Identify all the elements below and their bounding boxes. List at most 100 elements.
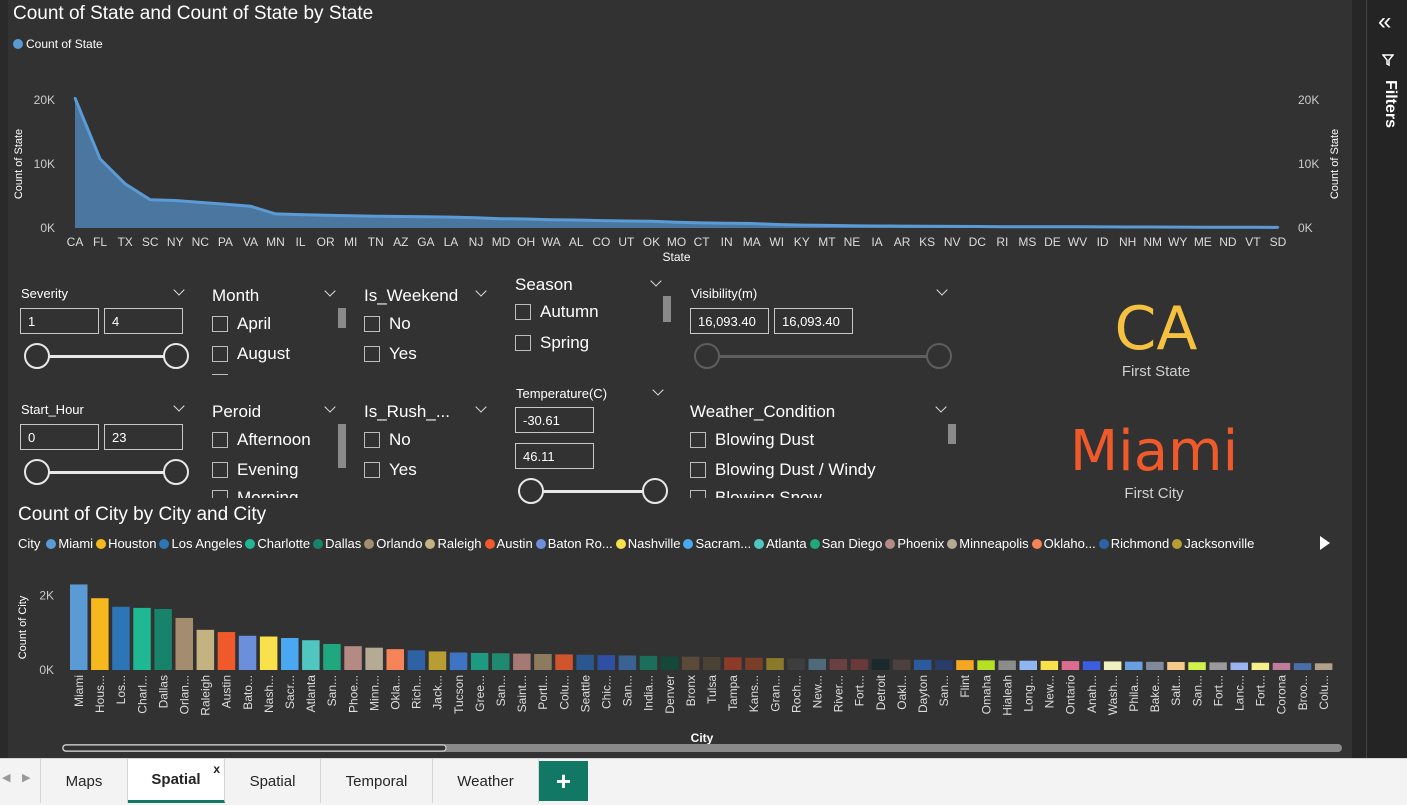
month-option[interactable]: August <box>212 344 290 364</box>
chevron-down-icon[interactable] <box>936 284 948 296</box>
tab-spatial-active[interactable]: Spatial x <box>128 759 225 803</box>
checkbox-icon[interactable] <box>212 316 228 332</box>
city-bar-chart[interactable]: 2K 0K Count of City Miami Hous... Los... Charl… <box>0 575 1352 758</box>
is-rush-option[interactable]: No <box>364 430 411 450</box>
chevron-down-icon[interactable] <box>173 284 185 296</box>
start-hour-min-input[interactable]: 0 <box>20 424 99 450</box>
city-legend-item[interactable]: Dallas <box>313 536 361 551</box>
checkbox-icon[interactable] <box>212 462 228 478</box>
tab-temporal[interactable]: Temporal <box>321 759 433 803</box>
peroid-option[interactable]: Morning <box>212 488 298 498</box>
checkbox-icon[interactable] <box>212 346 228 362</box>
start-hour-slider-track[interactable] <box>37 471 176 474</box>
checkbox-icon[interactable] <box>364 432 380 448</box>
start-hour-max-input[interactable]: 23 <box>104 424 183 450</box>
canvas-vertical-scroll[interactable] <box>1352 0 1366 758</box>
city-legend-item[interactable]: Baton Ro... <box>535 536 613 551</box>
checkbox-icon[interactable] <box>364 316 380 332</box>
checkbox-icon[interactable] <box>212 490 228 498</box>
city-legend-item[interactable]: Orlando <box>364 536 422 551</box>
city-legend-item[interactable]: Atlanta <box>754 536 807 551</box>
start-hour-slider-min-handle[interactable] <box>24 459 50 485</box>
chevron-down-icon[interactable] <box>324 401 336 413</box>
weather-option[interactable]: Blowing Snow <box>690 488 822 498</box>
tab-spatial[interactable]: Spatial <box>225 759 321 803</box>
peroid-option[interactable]: Afternoon <box>212 430 311 450</box>
checkbox-icon[interactable] <box>364 462 380 478</box>
checkbox-icon[interactable] <box>690 432 706 448</box>
legend-next-arrow-icon[interactable] <box>1320 536 1330 550</box>
collapse-chevron-icon[interactable]: « <box>1378 10 1391 34</box>
city-legend-item[interactable]: Charlotte <box>245 536 310 551</box>
is-weekend-option[interactable]: No <box>364 314 411 334</box>
filters-label[interactable]: Filters <box>1377 80 1399 140</box>
is-rush-option[interactable]: Yes <box>364 460 417 480</box>
city-bar-57 <box>1272 662 1291 670</box>
state-point-ND <box>1226 226 1230 229</box>
season-option[interactable]: Spring <box>515 333 589 353</box>
temperature-max-input[interactable]: 46.11 <box>515 443 594 469</box>
is-weekend-option[interactable]: Yes <box>364 344 417 364</box>
city-legend-item[interactable]: Richmond <box>1098 536 1169 551</box>
visibility-slider-track[interactable] <box>707 355 939 358</box>
tab-scroll-right-icon[interactable]: ▶ <box>22 771 30 784</box>
month-scrollbar[interactable] <box>338 308 346 328</box>
city-legend-item[interactable]: San Diego <box>809 536 882 551</box>
city-legend-item[interactable]: Sacram... <box>683 536 751 551</box>
city-legend-item[interactable]: Jacksonville <box>1172 536 1254 551</box>
state-area-chart[interactable]: 20K 20K 10K 10K 0K 0K Count of State Count of S… <box>0 60 1352 270</box>
temperature-slider-max-handle[interactable] <box>642 478 668 504</box>
visibility-slider-max-handle[interactable] <box>926 343 952 369</box>
weather-option[interactable]: Blowing Dust <box>690 430 814 450</box>
checkbox-icon[interactable] <box>690 490 706 498</box>
weather-option[interactable]: Blowing Dust / Windy <box>690 460 876 480</box>
state-point-NV <box>950 225 954 228</box>
add-page-button[interactable]: + <box>539 761 588 801</box>
chevron-down-icon[interactable] <box>650 275 662 287</box>
start-hour-slider-max-handle[interactable] <box>163 459 189 485</box>
severity-max-input[interactable]: 4 <box>104 308 183 334</box>
visibility-min-input[interactable]: 16,093.40 <box>690 308 769 334</box>
temperature-min-input[interactable]: -30.61 <box>515 407 594 433</box>
visibility-slider-min-handle[interactable] <box>694 343 720 369</box>
checkbox-icon[interactable] <box>515 335 531 351</box>
season-option[interactable]: Autumn <box>515 302 599 322</box>
city-legend-item[interactable]: Miami <box>46 536 93 551</box>
city-legend-item[interactable]: Raleigh <box>425 536 482 551</box>
weather-scrollbar[interactable] <box>948 424 956 444</box>
city-legend-item[interactable]: Nashville <box>615 536 680 551</box>
filters-pane[interactable]: « Filters <box>1366 0 1407 758</box>
city-hscroll-thumb[interactable] <box>62 744 447 752</box>
chevron-down-icon[interactable] <box>475 401 487 413</box>
severity-slider-track[interactable] <box>37 355 176 358</box>
month-option[interactable]: April <box>212 314 271 334</box>
checkbox-icon[interactable] <box>212 432 228 448</box>
chevron-down-icon[interactable] <box>324 285 336 297</box>
close-icon[interactable]: x <box>213 762 220 776</box>
season-scrollbar[interactable] <box>663 296 671 322</box>
temperature-slider-min-handle[interactable] <box>518 478 544 504</box>
checkbox-icon[interactable] <box>364 346 380 362</box>
city-legend-item[interactable]: Houston <box>96 536 156 551</box>
city-legend-item[interactable]: Oklaho... <box>1031 536 1096 551</box>
chevron-down-icon[interactable] <box>173 400 185 412</box>
severity-slider-min-handle[interactable] <box>24 343 50 369</box>
checkbox-icon[interactable] <box>515 304 531 320</box>
severity-min-input[interactable]: 1 <box>20 308 99 334</box>
city-legend-item[interactable]: Los Angeles <box>159 536 242 551</box>
chevron-down-icon[interactable] <box>935 401 947 413</box>
city-legend-item[interactable]: Minneapolis <box>947 536 1029 551</box>
peroid-option[interactable]: Evening <box>212 460 298 480</box>
tab-scroll-left-icon[interactable]: ◀ <box>2 771 10 784</box>
peroid-scrollbar[interactable] <box>338 424 346 468</box>
chevron-down-icon[interactable] <box>652 384 664 396</box>
checkbox-icon[interactable] <box>690 462 706 478</box>
severity-slider-max-handle[interactable] <box>163 343 189 369</box>
tab-maps[interactable]: Maps <box>41 759 128 803</box>
city-legend-item[interactable]: Phoenix <box>885 536 944 551</box>
temperature-slider-track[interactable] <box>531 490 655 493</box>
visibility-max-input[interactable]: 16,093.40 <box>774 308 853 334</box>
chevron-down-icon[interactable] <box>475 285 487 297</box>
tab-weather[interactable]: Weather <box>433 759 539 803</box>
city-legend-item[interactable]: Austin <box>484 536 533 551</box>
